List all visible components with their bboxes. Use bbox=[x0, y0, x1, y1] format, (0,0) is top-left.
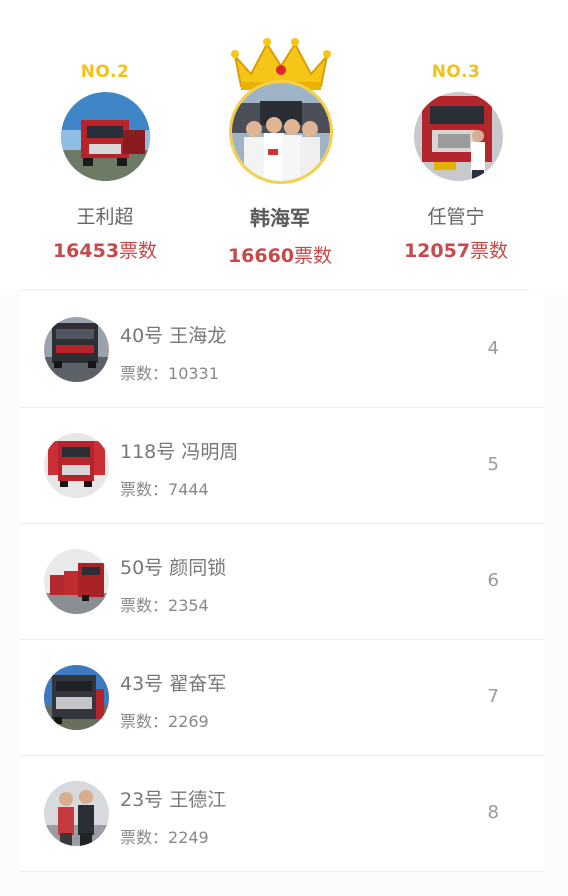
rank-number: 6 bbox=[487, 570, 499, 591]
entry-votes: 票数：7444 bbox=[120, 480, 209, 499]
entry-title: 50号 颜同锁 bbox=[120, 557, 227, 579]
divider bbox=[20, 289, 528, 290]
entry-votes: 票数：10331 bbox=[120, 364, 219, 383]
avatar bbox=[44, 781, 109, 846]
avatar bbox=[44, 317, 109, 382]
rank-number: 8 bbox=[487, 802, 499, 823]
rank-number: 7 bbox=[487, 686, 499, 707]
podium-first[interactable]: 韩海军 16660票数 bbox=[205, 0, 355, 280]
rank-number: 4 bbox=[487, 338, 499, 359]
entry-title: 40号 王海龙 bbox=[120, 325, 227, 347]
leaderboard-page: NO.2 王利超 16453票数 韩海军 16660票数 NO.3 任管宁 12… bbox=[0, 0, 568, 896]
list-item[interactable]: 50号 颜同锁 票数：2354 6 bbox=[20, 524, 544, 640]
list-item[interactable]: 40号 王海龙 票数：10331 4 bbox=[20, 292, 544, 408]
entry-votes: 票数：2249 bbox=[120, 828, 209, 847]
list-item[interactable]: 43号 翟奋军 票数：2269 7 bbox=[20, 640, 544, 756]
avatar bbox=[44, 433, 109, 498]
podium-second[interactable]: NO.2 王利超 16453票数 bbox=[30, 0, 180, 280]
podium-votes: 16660票数 bbox=[227, 245, 333, 267]
podium: NO.2 王利超 16453票数 韩海军 16660票数 NO.3 任管宁 12… bbox=[0, 0, 568, 290]
avatar bbox=[229, 80, 333, 184]
avatar bbox=[44, 665, 109, 730]
avatar bbox=[414, 92, 503, 181]
entry-title: 118号 冯明周 bbox=[120, 441, 239, 463]
ranking-list: 40号 王海龙 票数：10331 4 118号 冯明周 票数：7444 5 50… bbox=[20, 292, 544, 872]
podium-third[interactable]: NO.3 任管宁 12057票数 bbox=[381, 0, 531, 280]
podium-votes: 12057票数 bbox=[403, 240, 509, 262]
podium-name: 韩海军 bbox=[250, 206, 310, 230]
rank-number: 5 bbox=[487, 454, 499, 475]
list-item[interactable]: 118号 冯明周 票数：7444 5 bbox=[20, 408, 544, 524]
rank-label-3: NO.3 bbox=[431, 62, 481, 82]
list-item[interactable]: 23号 王德江 票数：2249 8 bbox=[20, 756, 544, 872]
entry-title: 43号 翟奋军 bbox=[120, 673, 227, 695]
entry-votes: 票数：2269 bbox=[120, 712, 209, 731]
avatar bbox=[61, 92, 150, 181]
entry-votes: 票数：2354 bbox=[120, 596, 209, 615]
podium-name: 任管宁 bbox=[427, 206, 485, 228]
entry-title: 23号 王德江 bbox=[120, 789, 227, 811]
rank-label-2: NO.2 bbox=[80, 62, 130, 82]
podium-name: 王利超 bbox=[76, 206, 134, 228]
avatar bbox=[44, 549, 109, 614]
podium-votes: 16453票数 bbox=[52, 240, 158, 262]
